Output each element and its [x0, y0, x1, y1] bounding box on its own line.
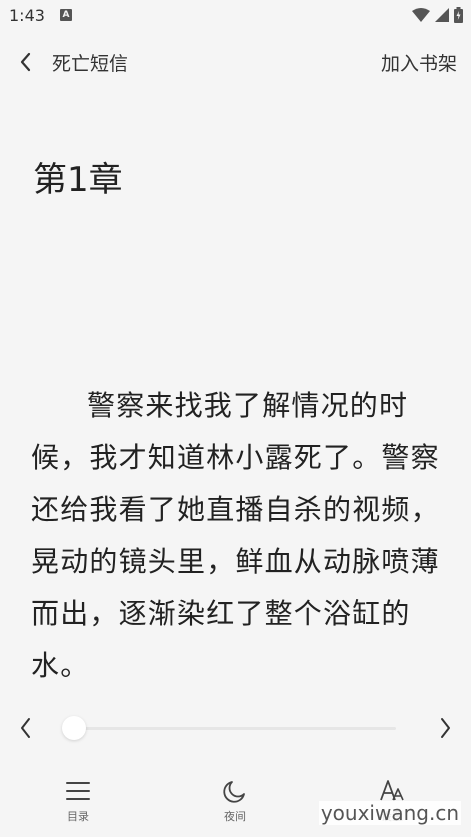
catalog-button[interactable]: 目录 [48, 778, 108, 824]
status-bar: 1:43 A [0, 0, 471, 32]
chevron-right-icon [441, 718, 450, 738]
top-bar: 死亡短信 加入书架 [0, 40, 471, 84]
previous-chapter-button[interactable] [14, 715, 38, 741]
chapter-title: 第1章 [33, 160, 123, 200]
night-mode-button[interactable]: 夜间 [205, 778, 265, 824]
chapter-content: 警察来找我了解情况的时候，我才知道林小露死了。警察还给我看了她直播自杀的视频，晃… [31, 380, 443, 686]
back-arrow-icon [20, 52, 31, 72]
status-time: 1:43 [9, 6, 45, 25]
add-to-shelf-button[interactable]: 加入书架 [381, 49, 457, 76]
night-mode-label: 夜间 [224, 810, 246, 823]
chapter-progress-row [0, 706, 471, 750]
book-title: 死亡短信 [52, 53, 129, 75]
status-icons [412, 7, 463, 23]
site-watermark: youxiwang.cn [318, 801, 461, 825]
chapter-paragraph: 警察来找我了解情况的时候，我才知道林小露死了。警察还给我看了她直播自杀的视频，晃… [31, 389, 440, 682]
notification-a-icon: A [60, 9, 72, 21]
back-button[interactable] [14, 50, 38, 74]
signal-icon [435, 8, 449, 22]
wifi-icon [412, 8, 430, 22]
battery-icon [454, 7, 463, 23]
chevron-left-icon [21, 718, 30, 738]
menu-icon [66, 782, 90, 800]
progress-slider-thumb[interactable] [62, 716, 86, 740]
moon-icon [223, 781, 245, 803]
next-chapter-button[interactable] [433, 715, 457, 741]
catalog-label: 目录 [67, 810, 89, 823]
progress-slider-track[interactable] [68, 727, 396, 730]
